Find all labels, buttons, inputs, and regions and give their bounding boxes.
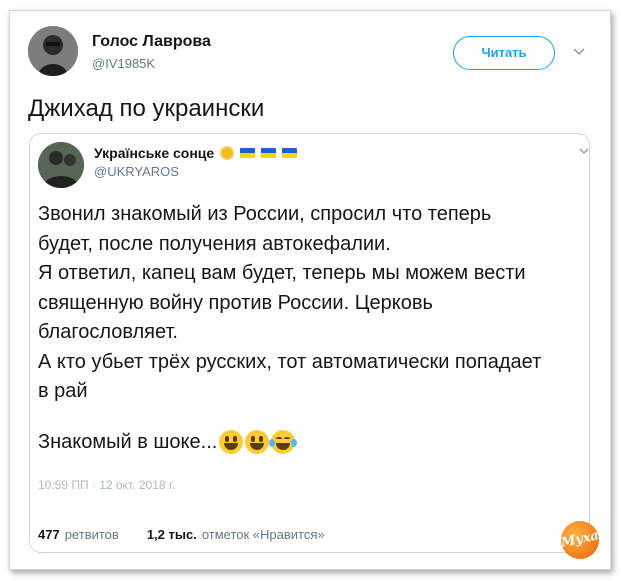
ukraine-flag-icon — [282, 148, 298, 158]
quoted-body-line: А кто убьет трёх русских, тот автоматиче… — [38, 350, 542, 373]
ukraine-flag-icon — [261, 148, 277, 158]
follow-button[interactable]: Читать — [453, 36, 555, 70]
quoted-tweet-body: Звонил знакомый из России, спросил что т… — [38, 200, 588, 407]
quoted-final-line: Знакомый в шоке... — [38, 430, 298, 454]
likes-stat[interactable]: 1,2 тыс. отметок «Нравится» — [147, 527, 325, 542]
tweet-text: Джихад по украински — [28, 95, 265, 122]
retweets-label: ретвитов — [64, 527, 119, 542]
quoted-body-line: благословляет. — [38, 321, 178, 343]
sun-emoji-icon — [220, 146, 235, 160]
retweets-count: 477 — [38, 527, 60, 542]
quoted-body-line: в рай — [38, 380, 88, 402]
quoted-timestamp[interactable]: 10:59 ПП · 12 окт. 2018 г. — [38, 478, 175, 492]
likes-label: отметок «Нравится» — [201, 527, 325, 542]
engagement-stats: 477 ретвитов 1,2 тыс. отметок «Нравится» — [38, 527, 325, 542]
quoted-body-line: священную войну против России. Церковь — [38, 291, 433, 314]
quoted-author-handle[interactable]: @UKRYAROS — [94, 164, 179, 179]
quoted-author-avatar[interactable] — [38, 142, 84, 188]
grinning-face-icon — [245, 430, 270, 454]
likes-count: 1,2 тыс. — [146, 527, 197, 542]
quoted-final-text: Знакомый в шоке... — [38, 430, 218, 453]
quoted-body-line: Я ответил, капец вам будет, теперь мы мо… — [38, 262, 526, 284]
quoted-chevron-down-icon[interactable] — [579, 146, 589, 156]
author-name[interactable]: Голос Лаврова — [92, 33, 211, 51]
author-handle[interactable]: @IV1985K — [92, 56, 155, 71]
grinning-face-icon — [219, 430, 244, 454]
retweets-stat[interactable]: 477 ретвитов — [38, 527, 119, 542]
quoted-author-name-row: Українське сонце — [94, 145, 298, 161]
author-avatar[interactable] — [28, 26, 78, 76]
chevron-down-icon[interactable] — [572, 45, 586, 59]
joy-face-icon — [269, 430, 298, 454]
quoted-body-line: Звонил знакомый из России, спросил что т… — [38, 203, 492, 225]
ukraine-flag-icon — [240, 148, 256, 158]
quoted-body-line: будет, после получения автокефалии. — [38, 232, 391, 255]
quoted-author-name[interactable]: Українське сонце — [94, 145, 214, 161]
